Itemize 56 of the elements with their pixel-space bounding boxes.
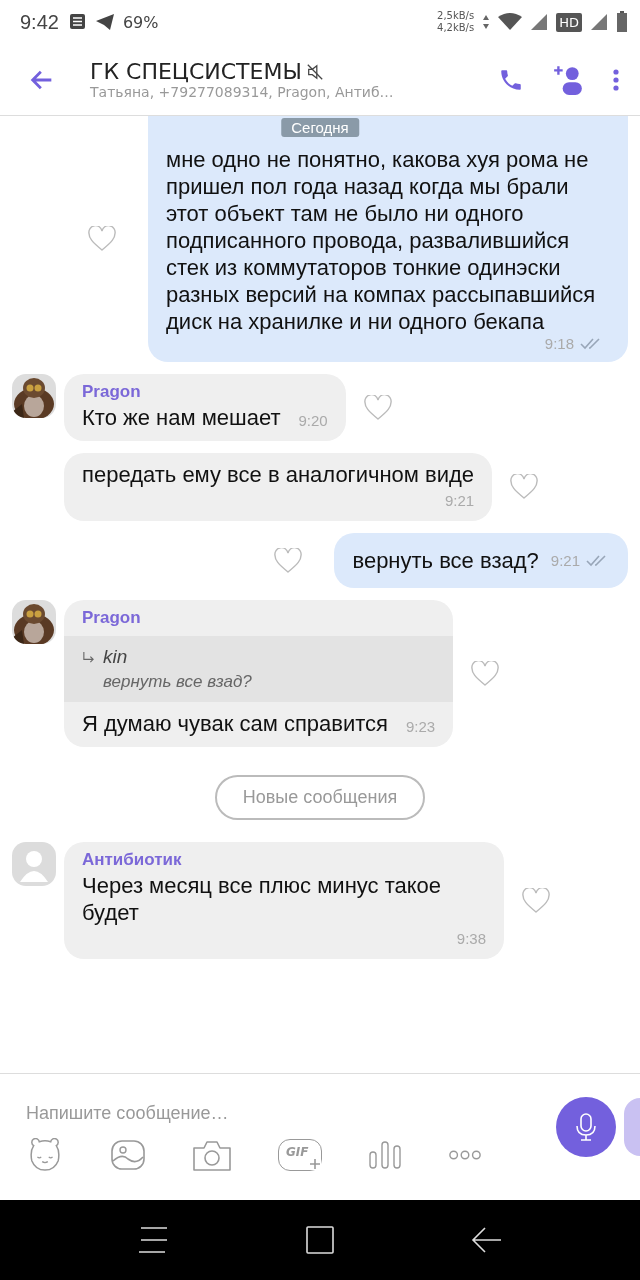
message-text: вернуть все взад? [352, 547, 539, 574]
paper-plane-icon [94, 12, 115, 32]
chat-title: ГК СПЕЦСИСТЕМЫ [90, 59, 302, 84]
heart-icon[interactable] [510, 474, 539, 500]
message-time: 9:21 [550, 552, 580, 569]
message-text: Через месяц все плюс минус такое будет [82, 872, 443, 926]
battery-icon [616, 11, 628, 33]
participants-list: Татьяна, +79277089314, Pragon, Антиб… [90, 84, 492, 100]
message-time: 9:38 [456, 930, 486, 947]
sender-name: Антибиотик [82, 850, 183, 870]
quoted-author: kin [103, 646, 128, 668]
message-text: мне одно не понятно, какова хуя рома не пришел пол года назад когда мы брали этот объект там не было ни одного подписанного провода, развалившийся стек из коммутаторов тонкие одинэски разных версий на компах рассыпавшийся диск на хранилке и ни одного бекапа [166, 146, 597, 335]
message-time: 9:21 [444, 492, 475, 509]
image-icon[interactable] [110, 1138, 146, 1171]
avatar-icon [12, 842, 56, 886]
quoted-message[interactable]: kin вернуть все взад? [64, 636, 454, 702]
hd-badge: HD [556, 12, 582, 32]
reply-arrow-icon [82, 650, 95, 664]
home-square-icon[interactable] [306, 1226, 334, 1254]
battery-percent: 69% [122, 12, 159, 32]
back-arrow-icon[interactable] [471, 1226, 502, 1254]
sender-name: Pragon [82, 608, 142, 628]
upload-speed: 2,5kB/s [437, 10, 475, 22]
more-icon[interactable] [448, 1148, 482, 1161]
message-text: Кто же нам мешает [82, 404, 281, 431]
signal-icon [530, 13, 549, 31]
quoted-text: вернуть все взад? [102, 672, 253, 692]
heart-icon[interactable] [522, 887, 550, 914]
download-speed: 4,2kB/s [437, 22, 475, 34]
message-text: Я думаю чувак сам справится [82, 710, 388, 737]
message-bubble[interactable]: вернуть все взад? 9:21 [334, 533, 628, 588]
microphone-button[interactable] [556, 1097, 616, 1157]
message-text: передать ему все в аналогичном виде [82, 461, 475, 488]
message-bubble[interactable]: Pragon Кто же нам мешает 9:20 [64, 374, 346, 441]
signal-icon [590, 13, 608, 31]
menu-dots-icon [612, 67, 620, 92]
message-bubble[interactable]: Антибиотик Через месяц все плюс минус такое будет 9:38 [64, 842, 504, 959]
clock: 9:42 [20, 10, 59, 34]
message-time: 9:20 [298, 412, 328, 429]
audio-bars-icon[interactable] [368, 1139, 402, 1170]
date-chip: Сегодня [281, 118, 359, 137]
microphone-icon [574, 1112, 598, 1142]
sender-name: Pragon [82, 382, 142, 402]
heart-icon[interactable] [363, 394, 392, 421]
menu-icon[interactable] [138, 1226, 169, 1254]
wifi-icon [498, 13, 523, 31]
message-bubble[interactable]: Pragon kin вернуть все взад? Я думаю чувак сам справится 9:23 [64, 600, 454, 747]
message-bubble[interactable]: передать ему все в аналогичном виде 9:21 [64, 453, 493, 521]
heart-icon[interactable] [88, 226, 116, 252]
message-bubble[interactable] [148, 116, 628, 362]
heart-icon[interactable] [471, 660, 500, 687]
add-person-icon [552, 63, 584, 96]
message-time: 9:18 [544, 335, 574, 352]
up-down-arrows-icon [482, 14, 491, 30]
message-time: 9:23 [406, 718, 436, 735]
heart-icon[interactable] [274, 547, 303, 574]
